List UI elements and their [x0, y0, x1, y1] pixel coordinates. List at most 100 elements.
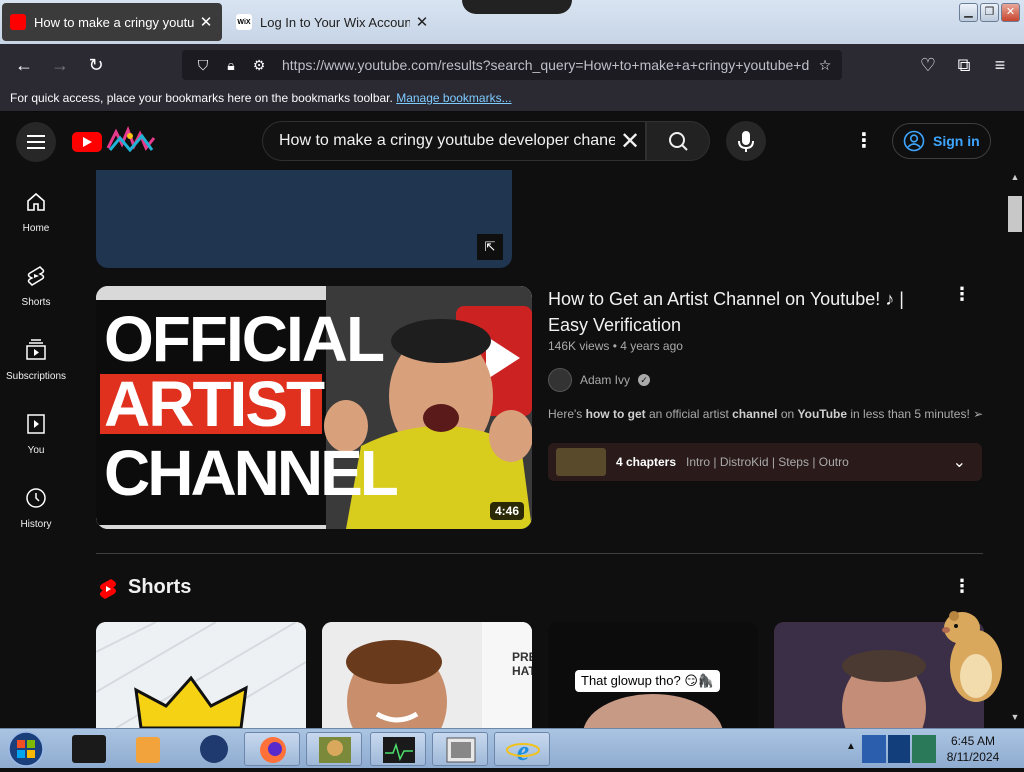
desc-highlight: YouTube	[797, 407, 848, 421]
taskbar-firefox[interactable]	[244, 732, 300, 766]
nav-item-you[interactable]: You	[0, 396, 72, 470]
desc-highlight: channel	[732, 407, 778, 421]
desc-text: on	[777, 407, 798, 421]
channel-row[interactable]: Adam Ivy ✓	[548, 368, 651, 392]
start-button-icon[interactable]	[6, 731, 46, 767]
left-nav: Home Shorts Subscriptions You History	[0, 170, 72, 730]
section-divider	[96, 553, 983, 554]
short-thumbnail-art	[96, 622, 306, 728]
reload-icon[interactable]: ↻	[82, 52, 110, 78]
short-card[interactable]: PRE HAT	[322, 622, 532, 728]
clear-search-icon[interactable]: ✕	[615, 127, 645, 156]
firefox-icon	[260, 737, 286, 763]
tray-network-icon[interactable]	[888, 735, 910, 763]
browser-nav-bar: ← → ↻ ⛉ 🔒︎ ⚙ https://www.youtube.com/res…	[0, 44, 1024, 86]
forward-arrow-icon[interactable]: →	[46, 52, 74, 78]
verified-check-icon: ✓	[638, 374, 651, 386]
shorts-logo-icon	[100, 579, 116, 599]
tray-expand-icon[interactable]: ▲	[846, 741, 856, 752]
chevron-down-icon[interactable]: ⌄	[953, 452, 966, 472]
nav-label: You	[27, 445, 45, 456]
search-icon	[669, 132, 688, 151]
clock-time: 6:45 AM	[950, 734, 996, 748]
wix-favicon-icon: WiX	[236, 14, 252, 30]
previous-result-thumbnail[interactable]	[96, 170, 512, 268]
short-thumbnail-art	[322, 622, 532, 728]
globe-icon[interactable]	[200, 735, 228, 763]
nav-item-home[interactable]: Home	[0, 174, 72, 248]
subscriptions-icon	[26, 339, 46, 360]
tab-youtube[interactable]: How to make a cringy youtube ✕	[2, 3, 222, 41]
desc-text: Here's	[548, 407, 586, 421]
manage-bookmarks-link[interactable]: Manage bookmarks...	[396, 91, 511, 105]
url-bar[interactable]: ⛉ 🔒︎ ⚙ https://www.youtube.com/results?s…	[182, 50, 842, 80]
hamburger-menu-button[interactable]	[16, 122, 56, 162]
nav-label: Shorts	[21, 297, 51, 308]
sign-in-button[interactable]: Sign in	[892, 123, 991, 159]
video-thumbnail[interactable]: OFFICIAL ARTIST CHANNEL	[96, 286, 532, 529]
doodle-logo-icon[interactable]	[106, 126, 156, 152]
clock-date: 8/11/2024	[946, 750, 1000, 764]
permissions-icon[interactable]: ⚙	[248, 57, 270, 74]
nav-item-history[interactable]: History	[0, 470, 72, 544]
page-scrollbar[interactable]	[1006, 170, 1024, 728]
channel-name[interactable]: Adam Ivy	[580, 373, 630, 387]
tab-title: Log In to Your Wix Account - W	[260, 14, 410, 30]
taskbar-clock[interactable]: 6:45 AM 8/11/2024	[942, 733, 1004, 765]
taskbar-ie[interactable]: e	[494, 732, 550, 767]
nav-item-subscriptions[interactable]: Subscriptions	[0, 322, 72, 396]
box-app-icon	[319, 737, 351, 763]
channel-avatar[interactable]	[548, 368, 572, 392]
search-input-value[interactable]: How to make a cringy youtube developer c…	[279, 132, 615, 150]
nav-label: History	[20, 519, 52, 530]
home-icon	[27, 192, 45, 211]
shield-icon[interactable]: ⛉	[192, 57, 214, 74]
app-menu-icon[interactable]: ≡	[986, 52, 1014, 78]
tray-app-icon[interactable]	[862, 735, 886, 763]
tray-volume-icon[interactable]	[912, 735, 936, 763]
nav-item-shorts[interactable]: Shorts	[0, 248, 72, 322]
search-button[interactable]	[646, 121, 710, 161]
minimize-button[interactable]: ▁	[959, 3, 978, 22]
chapters-bar[interactable]: 4 chapters Intro | DistroKid | Steps | O…	[548, 443, 982, 481]
scroll-down-icon[interactable]: ▼	[1008, 712, 1022, 726]
voice-search-button[interactable]	[726, 121, 766, 161]
video-meta: 146K views • 4 years ago	[548, 339, 683, 353]
lock-icon[interactable]: 🔒︎	[220, 57, 242, 74]
pocket-icon[interactable]: ♡	[914, 52, 942, 78]
taskbar-app-icon[interactable]	[72, 735, 106, 763]
extensions-icon[interactable]: ⧉	[950, 52, 978, 78]
internet-explorer-icon: e	[506, 736, 540, 767]
back-arrow-icon[interactable]: ←	[10, 52, 38, 78]
tab-close-icon[interactable]: ✕	[198, 13, 214, 31]
search-input[interactable]: How to make a cringy youtube developer c…	[262, 121, 646, 161]
url-text[interactable]: https://www.youtube.com/results?search_q…	[276, 57, 814, 73]
taskbar-box-app[interactable]	[306, 732, 362, 766]
tab-close-icon[interactable]: ✕	[414, 13, 430, 31]
video-more-actions-icon[interactable]: ⋮	[952, 284, 972, 305]
media-player-icon[interactable]	[136, 737, 160, 763]
taskbar-window-app[interactable]	[432, 732, 488, 766]
short-card[interactable]	[96, 622, 306, 728]
settings-kebab-icon[interactable]: ⋮	[852, 128, 876, 154]
video-title[interactable]: How to Get an Artist Channel on Youtube!…	[548, 286, 928, 338]
bookmark-star-icon[interactable]: ☆	[814, 57, 836, 74]
taskbar-monitor-app[interactable]	[370, 732, 426, 766]
youtube-logo-icon[interactable]	[72, 132, 102, 152]
close-window-button[interactable]: ✕	[1001, 3, 1020, 22]
short-caption: That glowup tho? 😏🦍	[575, 670, 721, 692]
scroll-thumb[interactable]	[1008, 196, 1022, 232]
thumbnail-text-line: OFFICIAL	[104, 303, 385, 375]
desc-text: in less than 5 minutes! ➢...	[847, 407, 984, 421]
tab-wix[interactable]: WiX Log In to Your Wix Account - W ✕	[228, 4, 438, 40]
video-duration-badge: 4:46	[490, 502, 525, 520]
thumbnail-text-line: CHANNEL	[104, 437, 399, 509]
scroll-up-icon[interactable]: ▲	[1008, 172, 1022, 186]
external-link-icon[interactable]: ⇱	[477, 234, 503, 260]
account-icon	[903, 130, 925, 152]
shorts-more-icon[interactable]: ⋮	[952, 576, 972, 597]
restore-button[interactable]: ❐	[980, 3, 999, 22]
youtube-favicon-icon	[10, 14, 26, 30]
history-icon	[26, 488, 46, 508]
sign-in-label: Sign in	[933, 133, 980, 149]
